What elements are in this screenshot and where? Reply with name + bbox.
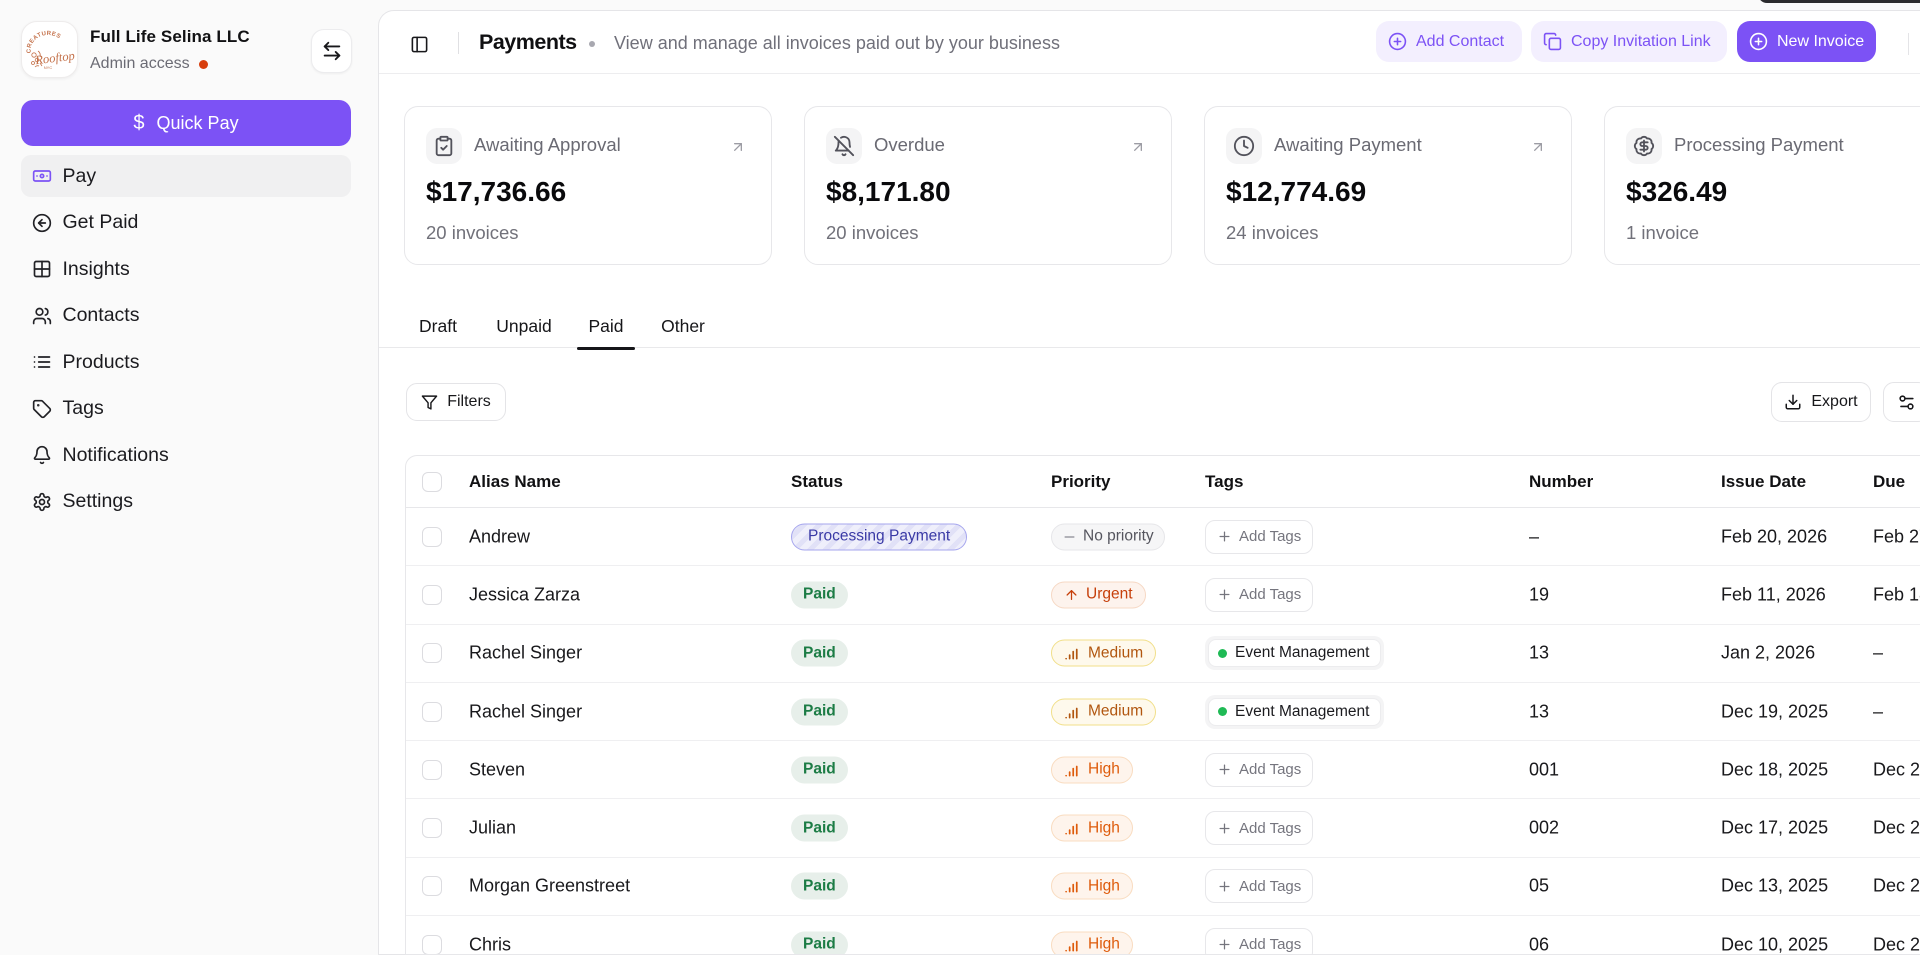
svg-text:Rooftop: Rooftop xyxy=(33,49,75,68)
svg-text:NYC: NYC xyxy=(44,65,53,70)
